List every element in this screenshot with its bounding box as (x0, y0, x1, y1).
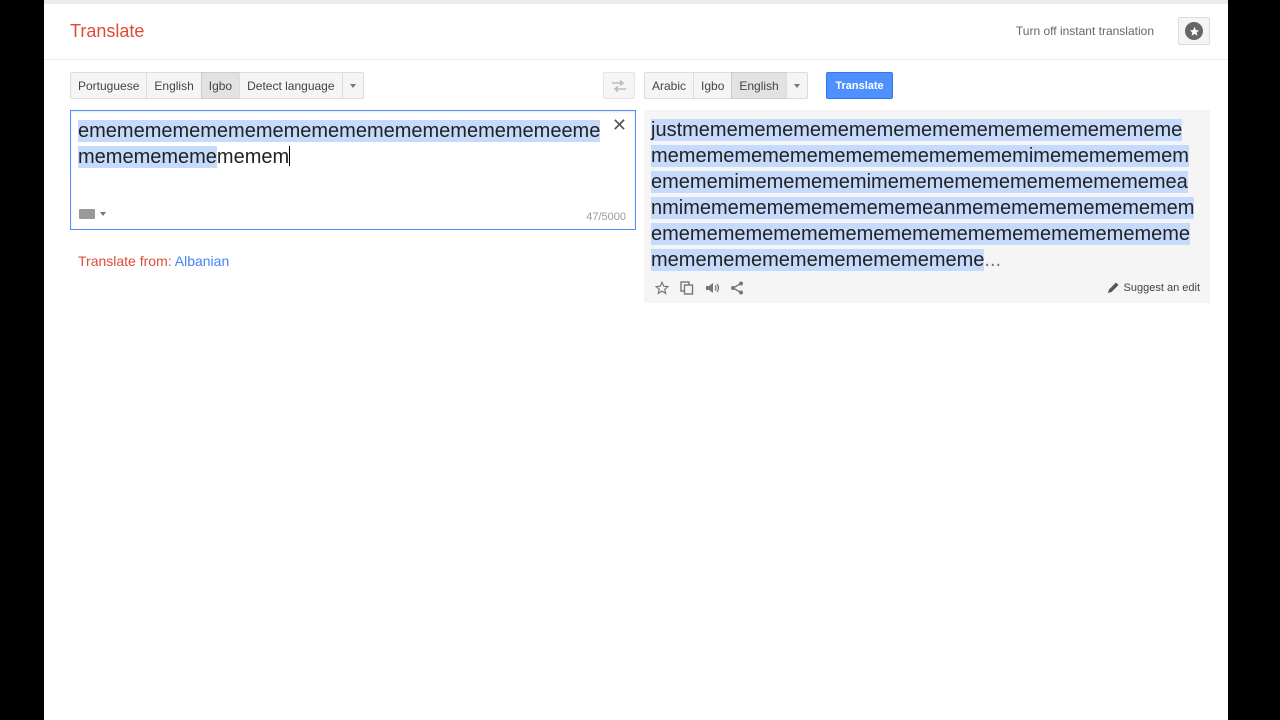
keyboard-icon (79, 209, 95, 219)
target-language-bar: Arabic Igbo English (644, 72, 808, 99)
star-icon (1185, 22, 1203, 40)
share-icon[interactable] (729, 280, 745, 296)
source-language-bar: Portuguese English Igbo Detect language (70, 72, 364, 99)
target-lang-igbo[interactable]: Igbo (693, 72, 733, 99)
chevron-down-icon (349, 83, 356, 88)
translate-button[interactable]: Translate (826, 72, 893, 99)
result-box: justmemememememememememememememememememe… (644, 110, 1210, 303)
page-title: Translate (70, 21, 145, 41)
suggest-edit-label: Suggest an edit (1123, 281, 1200, 294)
character-counter: 47/5000 (586, 211, 626, 223)
target-lang-dropdown[interactable] (785, 72, 808, 99)
result-actions (654, 280, 745, 296)
translate-page: Translate Turn off instant translation P… (44, 0, 1228, 720)
target-lang-english[interactable]: English (731, 72, 787, 99)
turn-off-instant-link[interactable]: Turn off instant translation (1016, 24, 1154, 38)
result-text: justmemememememememememememememememememe… (651, 117, 1197, 273)
result-ellipsis: ... (984, 249, 1002, 271)
swap-languages-button[interactable] (603, 72, 635, 99)
source-text-line1: emememememememememememememememememeeme (78, 120, 601, 142)
source-text-selected: mememememe (78, 146, 217, 168)
pencil-icon (1107, 282, 1119, 293)
input-tools-button[interactable] (79, 209, 106, 219)
chevron-down-icon (100, 212, 106, 216)
source-text-rest: memem (216, 146, 290, 168)
swap-icon (612, 79, 626, 92)
copy-icon[interactable] (679, 280, 695, 296)
result-text-content: justmemememememememememememememememememe… (651, 119, 1195, 271)
close-icon[interactable]: ✕ (612, 115, 627, 136)
header: Translate Turn off instant translation (44, 4, 1228, 60)
text-cursor (289, 146, 291, 166)
target-lang-arabic[interactable]: Arabic (644, 72, 695, 99)
star-icon[interactable] (654, 280, 670, 296)
source-lang-igbo[interactable]: Igbo (200, 72, 241, 99)
source-lang-detect[interactable]: Detect language (239, 72, 343, 99)
source-lang-dropdown[interactable] (341, 72, 364, 99)
source-lang-english[interactable]: English (146, 72, 202, 99)
source-text[interactable]: emememememememememememememememememeeme m… (78, 118, 603, 170)
suggest-edit-button[interactable]: Suggest an edit (1107, 281, 1200, 294)
starred-button[interactable] (1178, 17, 1210, 45)
detected-language-link[interactable]: Albanian (175, 253, 230, 269)
translate-from-label: Translate from: (78, 253, 175, 269)
chevron-down-icon (793, 83, 800, 88)
source-lang-portuguese[interactable]: Portuguese (70, 72, 148, 99)
translate-from-suggestion: Translate from: Albanian (78, 253, 229, 269)
speaker-icon[interactable] (704, 280, 720, 296)
source-text-area[interactable]: emememememememememememememememememeeme m… (70, 110, 636, 230)
